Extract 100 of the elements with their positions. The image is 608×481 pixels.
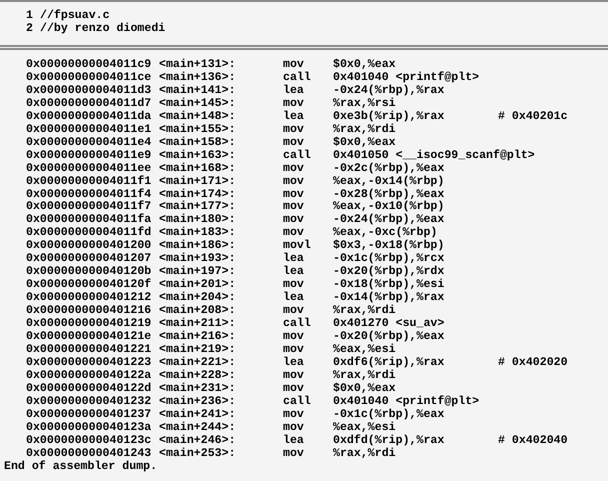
instruction-operands: -0x14(%rbp),%rax <box>333 292 446 304</box>
instruction-address: 0x0000000000401219 <box>26 318 152 331</box>
function-offset: <main+158>: <box>159 136 237 150</box>
function-offset: <main+155>: <box>159 124 237 136</box>
instruction-address: 0x00000000004011c9 <box>26 59 152 72</box>
instruction-operands: %rax,%rdi <box>333 370 397 382</box>
instruction-operands: 0x401040 <printf@plt> <box>333 72 480 84</box>
instruction-operands: 0x401050 <__isoc99_scanf@plt> <box>333 150 535 162</box>
instruction-mnemonic: mov <box>283 98 305 110</box>
function-offset: <main+177>: <box>159 201 237 214</box>
instruction-mnemonic: call <box>283 396 312 409</box>
instruction-operands: -0x20(%rbp),%rdx <box>333 266 446 278</box>
instruction-address: 0x00000000004011e1 <box>26 124 152 137</box>
dump-end-message: End of assembler dump. <box>3 460 158 474</box>
instruction-operands: -0x1c(%rbp),%rcx <box>333 253 446 266</box>
instruction-operands: $0x0,%eax <box>333 136 396 150</box>
instruction-operands: %eax,%esi <box>333 422 397 434</box>
instruction-operands: %eax,-0x14(%rbp) <box>333 176 446 188</box>
instruction-operands: %eax,-0x10(%rbp) <box>333 201 446 214</box>
function-offset: <main+204>: <box>159 292 237 304</box>
instruction-address: 0x000000000040123c <box>26 434 152 448</box>
instruction-mnemonic: mov <box>283 448 305 461</box>
function-offset: <main+219>: <box>159 344 237 356</box>
instruction-operands: 0x401040 <printf@plt> <box>333 396 480 408</box>
function-offset: <main+193>: <box>159 253 237 266</box>
instruction-operands: $0x0,%eax <box>333 382 396 396</box>
instruction-address: 0x00000000004011e9 <box>26 150 152 163</box>
source-line: //fpsuav.c <box>40 9 110 22</box>
instruction-address: 0x0000000000401232 <box>26 396 152 409</box>
instruction-operands: $0x3,-0x18(%rbp) <box>333 240 446 252</box>
instruction-mnemonic: mov <box>283 344 305 356</box>
instruction-operands: 0xdfd(%rip),%rax <box>333 434 446 448</box>
instruction-operands: $0x0,%eax <box>333 59 396 72</box>
line-number: 1 <box>26 9 34 22</box>
instruction-address: 0x0000000000401223 <box>26 356 152 370</box>
function-offset: <main+197>: <box>159 266 237 278</box>
instruction-mnemonic: lea <box>283 266 305 280</box>
instruction-address: 0x0000000000401237 <box>26 408 152 422</box>
instruction-operands: %rax,%rdi <box>333 305 397 318</box>
instruction-mnemonic: mov <box>283 279 305 292</box>
line-number: 2 <box>26 22 34 36</box>
instruction-mnemonic: call <box>283 150 312 163</box>
function-offset: <main+216>: <box>159 331 237 344</box>
instruction-address: 0x00000000004011f7 <box>26 201 152 214</box>
source-line: //by renzo diomedi <box>40 22 166 36</box>
instruction-mnemonic: mov <box>283 201 305 214</box>
instruction-address: 0x000000000040120f <box>26 279 152 292</box>
instruction-address: 0x0000000000401207 <box>26 253 152 266</box>
instruction-mnemonic: mov <box>283 176 305 189</box>
function-offset: <main+253>: <box>159 448 237 461</box>
instruction-operands: 0xe3b(%rip),%rax <box>333 110 446 124</box>
instruction-address: 0x00000000004011fa <box>26 214 152 226</box>
instruction-address: 0x000000000040120b <box>26 266 152 278</box>
instruction-operands: -0x2c(%rbp),%eax <box>333 162 446 176</box>
instruction-address: 0x0000000000401200 <box>26 240 152 253</box>
instruction-address: 0x00000000004011ce <box>26 72 152 84</box>
function-offset: <main+231>: <box>159 382 237 396</box>
instruction-address: 0x0000000000401212 <box>26 292 152 305</box>
instruction-address: 0x000000000040123a <box>26 422 152 435</box>
instruction-address: 0x00000000004011da <box>26 110 152 124</box>
instruction-mnemonic: lea <box>283 356 305 370</box>
instruction-operands: %rax,%rdi <box>333 124 397 136</box>
instruction-address: 0x0000000000401221 <box>26 344 152 357</box>
instruction-operands: -0x1c(%rbp),%eax <box>333 408 446 422</box>
function-offset: <main+163>: <box>159 150 237 162</box>
function-offset: <main+246>: <box>159 434 237 448</box>
instruction-operands: %eax,-0xc(%rbp) <box>333 227 438 240</box>
function-offset: <main+208>: <box>159 305 237 318</box>
instruction-mnemonic: mov <box>283 382 305 396</box>
instruction-address: 0x00000000004011f1 <box>26 176 152 188</box>
instruction-mnemonic: lea <box>283 434 305 448</box>
instruction-operands: -0x18(%rbp),%esi <box>333 279 446 292</box>
instruction-comment: # 0x40201c <box>498 110 568 124</box>
instruction-operands: 0xdf6(%rip),%rax <box>333 356 446 370</box>
function-offset: <main+211>: <box>159 318 237 330</box>
instruction-operands: %rax,%rdi <box>333 448 397 461</box>
instruction-address: 0x000000000040122a <box>26 370 152 382</box>
instruction-address: 0x0000000000401216 <box>26 305 152 318</box>
function-offset: <main+241>: <box>159 408 237 422</box>
function-offset: <main+221>: <box>159 356 237 370</box>
instruction-mnemonic: mov <box>283 59 305 72</box>
function-offset: <main+145>: <box>159 98 237 110</box>
instruction-address: 0x00000000004011d7 <box>26 98 152 110</box>
function-offset: <main+244>: <box>159 422 237 434</box>
function-offset: <main+201>: <box>159 279 237 292</box>
instruction-mnemonic: mov <box>283 305 305 318</box>
instruction-mnemonic: mov <box>283 422 305 434</box>
function-offset: <main+131>: <box>159 59 237 72</box>
instruction-operands: %eax,%esi <box>333 344 397 356</box>
function-offset: <main+148>: <box>159 110 237 124</box>
function-offset: <main+186>: <box>159 240 237 252</box>
function-offset: <main+228>: <box>159 370 237 382</box>
instruction-operands: -0x24(%rbp),%eax <box>333 214 446 226</box>
instruction-address: 0x000000000040121e <box>26 331 152 344</box>
function-offset: <main+141>: <box>159 84 237 98</box>
instruction-mnemonic: lea <box>283 253 305 266</box>
instruction-mnemonic: mov <box>283 331 305 344</box>
function-offset: <main+174>: <box>159 188 237 201</box>
instruction-address: 0x00000000004011f4 <box>26 188 152 201</box>
instruction-mnemonic: movl <box>283 240 312 252</box>
